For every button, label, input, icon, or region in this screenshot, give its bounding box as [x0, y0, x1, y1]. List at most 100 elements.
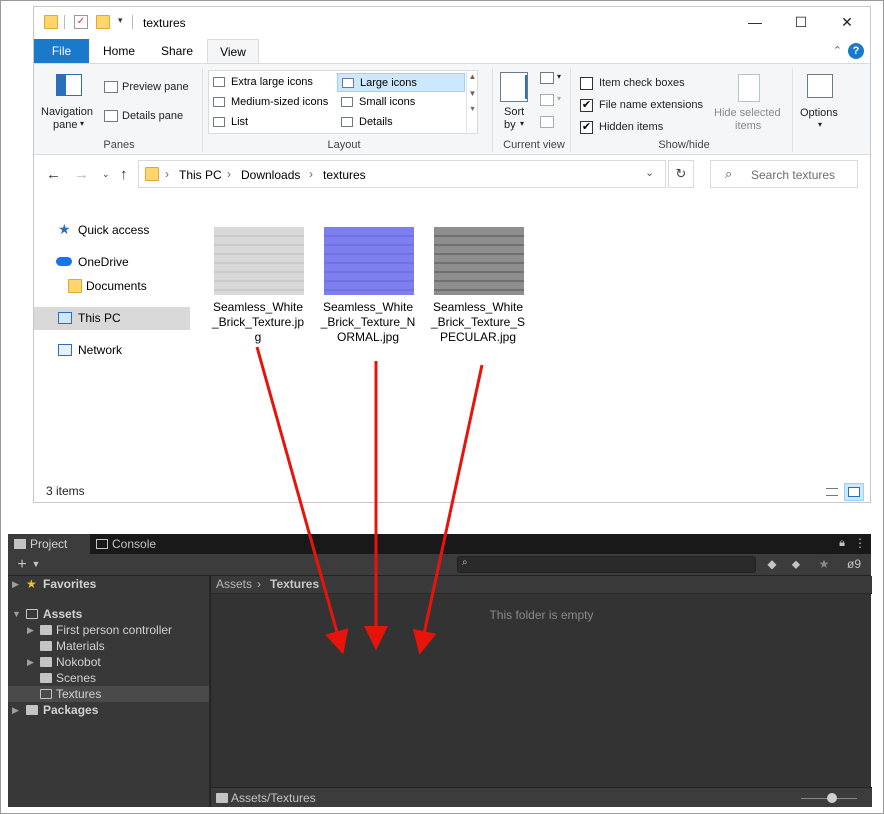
open-folder-icon — [26, 609, 38, 619]
address-dropdown-icon[interactable]: ⌄ — [645, 166, 654, 179]
tree-scenes[interactable]: Scenes — [8, 670, 209, 686]
path-bar: Assets/Textures — [211, 787, 872, 807]
layout-large-icons[interactable]: Large icons — [337, 73, 465, 92]
tab-home[interactable]: Home — [94, 39, 144, 63]
customize-quick-access-icon[interactable]: ▾ — [118, 15, 123, 26]
tree-assets[interactable]: ▼ Assets — [8, 606, 209, 622]
expand-arrow-icon[interactable]: ▶ — [12, 576, 19, 592]
item-check-boxes-checkbox[interactable] — [580, 77, 593, 90]
navigation-pane-button-label2[interactable]: pane — [53, 119, 77, 131]
breadcrumb-textures[interactable]: textures — [323, 168, 366, 182]
file-item[interactable]: Seamless_White_Brick_Texture_SPECULAR.jp… — [430, 227, 526, 357]
normal-map-thumbnail — [324, 227, 414, 295]
expand-arrow-icon[interactable]: ▶ — [27, 622, 34, 638]
hidden-packages-toggle[interactable]: ø9 — [838, 556, 870, 573]
tab-project[interactable]: Project — [8, 534, 90, 554]
icon-size-slider-handle[interactable] — [827, 793, 837, 803]
group-by-icon[interactable] — [540, 72, 554, 84]
nav-this-pc[interactable]: This PC — [34, 307, 190, 330]
preview-pane-button[interactable]: Preview pane — [122, 81, 189, 93]
search-by-type-icon[interactable]: ◆ — [762, 556, 782, 573]
search-input[interactable]: ⌕ Search textures — [710, 160, 858, 188]
hidden-items-checkbox[interactable]: ✔ — [580, 121, 593, 134]
sort-by-button[interactable]: Sort — [504, 106, 524, 118]
brick-texture-thumbnail — [214, 227, 304, 295]
breadcrumb-downloads[interactable]: Downloads — [241, 168, 300, 182]
layout-details[interactable]: Details — [337, 113, 465, 132]
search-input[interactable]: ⌕ — [457, 556, 756, 573]
tab-file[interactable]: File — [34, 39, 89, 63]
expand-arrow-icon[interactable]: ▶ — [27, 654, 34, 670]
expand-gallery-icon[interactable]: ▾ — [467, 104, 478, 113]
properties-icon[interactable]: ✓ — [74, 15, 88, 29]
tree-favorites[interactable]: ▶ ★ Favorites — [8, 576, 209, 592]
file-name-extensions-checkbox[interactable]: ✔ — [580, 99, 593, 112]
nav-quick-access[interactable]: ★ Quick access — [34, 219, 190, 242]
options-button[interactable]: Options — [800, 107, 838, 119]
file-item[interactable]: Seamless_White_Brick_Texture.jpg — [210, 227, 306, 357]
scroll-up-icon[interactable]: ▲ — [467, 72, 478, 81]
layout-list[interactable]: List — [209, 113, 335, 132]
nav-network[interactable]: Network — [34, 339, 190, 362]
large-icons-view-icon[interactable] — [844, 483, 864, 501]
more-options-icon[interactable]: ⋮ — [850, 535, 870, 552]
unity-asset-view: Assets › Textures This folder is empty A… — [210, 576, 872, 807]
item-check-boxes-label[interactable]: Item check boxes — [599, 77, 685, 89]
add-columns-icon[interactable] — [540, 94, 554, 106]
computer-icon — [58, 312, 72, 324]
details-view-icon[interactable] — [822, 483, 842, 501]
size-columns-icon[interactable] — [540, 116, 554, 128]
refresh-icon[interactable]: ↻ — [668, 160, 694, 188]
navigation-pane-button[interactable]: Navigation — [41, 106, 93, 118]
lock-icon[interactable]: 🔒︎ — [832, 535, 852, 552]
address-bar[interactable]: › This PC › Downloads › textures ⌄ — [138, 160, 666, 188]
chevron-down-icon[interactable]: ▼ — [26, 556, 46, 573]
tree-label: Materials — [56, 639, 105, 653]
tab-console[interactable]: Console — [90, 534, 180, 554]
minimize-ribbon-icon[interactable]: ⌃ — [833, 44, 842, 57]
scroll-down-icon[interactable]: ▼ — [467, 89, 478, 98]
file-name-extensions-label[interactable]: File name extensions — [599, 99, 703, 111]
layout-medium-icons[interactable]: Medium-sized icons — [209, 93, 335, 112]
layout-extra-large-icons[interactable]: Extra large icons — [209, 73, 335, 92]
file-item[interactable]: Seamless_White_Brick_Texture_NORMAL.jpg — [320, 227, 416, 357]
sort-by-button-label2[interactable]: by — [504, 119, 516, 131]
tree-first-person-controller[interactable]: ▶ First person controller — [8, 622, 209, 638]
nav-label: OneDrive — [78, 255, 129, 269]
layout-scroll[interactable]: ▲ ▼ ▾ — [466, 70, 478, 134]
nav-label: Documents — [86, 279, 147, 293]
nav-onedrive[interactable]: OneDrive — [34, 251, 190, 274]
hidden-items-label[interactable]: Hidden items — [599, 121, 663, 133]
tree-nokobot[interactable]: ▶ Nokobot — [8, 654, 209, 670]
details-pane-button[interactable]: Details pane — [122, 110, 183, 122]
tree-textures[interactable]: Textures — [8, 686, 209, 702]
minimize-button[interactable]: — — [732, 7, 778, 37]
nav-documents[interactable]: Documents — [34, 275, 190, 298]
maximize-button[interactable]: ☐ — [778, 7, 824, 37]
chevron-right-icon[interactable]: › — [165, 167, 169, 181]
tab-share[interactable]: Share — [152, 39, 202, 63]
hide-selected-items-button-label2[interactable]: items — [735, 120, 761, 132]
breadcrumb-textures[interactable]: Textures — [270, 577, 319, 591]
expand-arrow-icon[interactable]: ▶ — [12, 702, 19, 718]
search-by-label-icon[interactable]: ⬥ — [786, 556, 806, 573]
close-button[interactable]: ✕ — [824, 7, 870, 37]
tree-materials[interactable]: Materials — [8, 638, 209, 654]
help-icon[interactable]: ? — [848, 43, 864, 59]
forward-arrow-icon[interactable]: → — [74, 166, 89, 183]
layout-small-icons[interactable]: Small icons — [337, 93, 465, 112]
recent-locations-icon[interactable]: ⌄ — [102, 169, 110, 180]
up-arrow-icon[interactable]: ↑ — [120, 166, 128, 183]
chevron-right-icon[interactable]: › — [309, 167, 313, 181]
breadcrumb-this-pc[interactable]: This PC — [179, 168, 222, 182]
search-icon: ⌕ — [462, 557, 468, 568]
hide-selected-items-button[interactable]: Hide selected — [714, 107, 781, 119]
favorite-star-icon[interactable]: ★ — [814, 556, 834, 573]
new-folder-icon[interactable] — [96, 15, 110, 29]
collapse-arrow-icon[interactable]: ▼ — [12, 606, 21, 622]
tree-packages[interactable]: ▶ Packages — [8, 702, 209, 718]
back-arrow-icon[interactable]: ← — [46, 166, 61, 183]
tab-view[interactable]: View — [207, 39, 259, 63]
chevron-right-icon[interactable]: › — [227, 167, 231, 181]
breadcrumb-assets[interactable]: Assets — [216, 577, 252, 591]
